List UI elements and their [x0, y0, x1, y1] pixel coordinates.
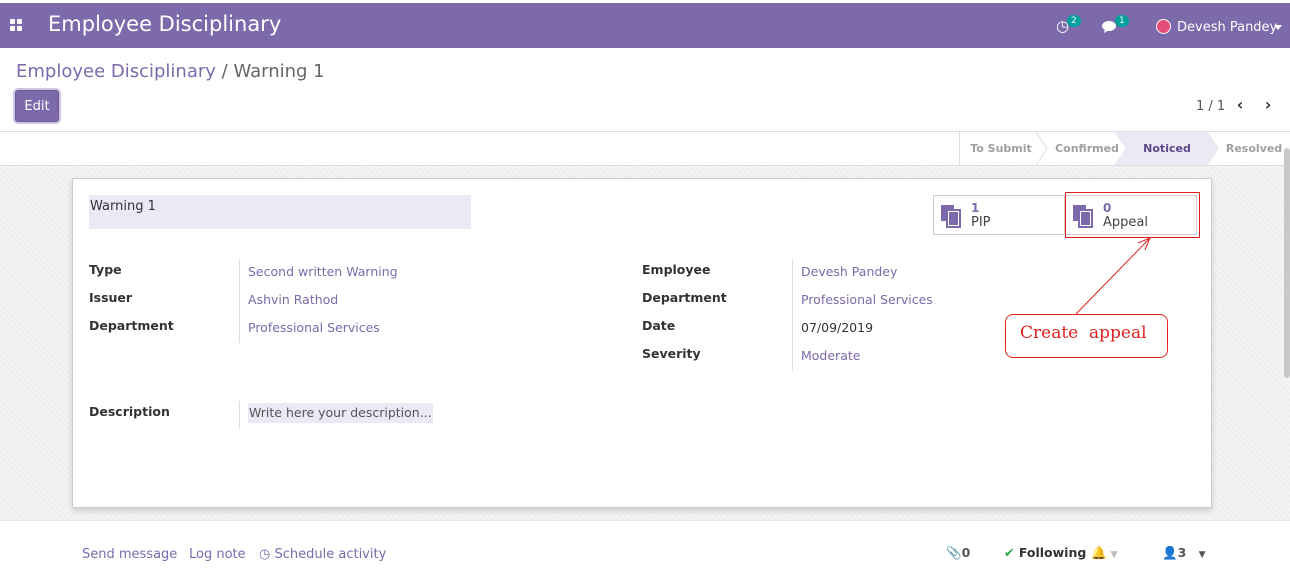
messaging-menu[interactable]: 1: [1102, 15, 1130, 37]
description-label: Description: [89, 404, 170, 419]
severity-label: Severity: [642, 346, 701, 361]
field-divider: [792, 259, 793, 371]
stage-noticed[interactable]: Noticed: [1126, 132, 1208, 165]
employee-label: Employee: [642, 262, 711, 277]
pager-next-icon[interactable]: ›: [1261, 96, 1275, 114]
stage-pipeline: To Submit Confirmed Noticed Resolved: [959, 132, 1290, 165]
annotation-arrow: [1075, 237, 1151, 315]
followers-count: 3: [1177, 545, 1187, 560]
pip-label: PIP: [971, 215, 991, 230]
check-icon: ✔: [1004, 545, 1015, 560]
pip-count: 1: [971, 201, 980, 215]
activity-menu[interactable]: ◷ 2: [1056, 15, 1082, 37]
severity-value[interactable]: Moderate: [801, 348, 860, 363]
user-name: Devesh Pandey: [1177, 20, 1278, 35]
chevron-down-icon: [1274, 25, 1282, 30]
attachment-count: 0: [961, 545, 971, 560]
department-label: Department: [89, 318, 174, 333]
followers-button[interactable]: 👤3 ▼: [1162, 545, 1206, 561]
pager-value[interactable]: 1 / 1: [1196, 99, 1225, 114]
app-title[interactable]: Employee Disciplinary: [48, 12, 281, 36]
activity-count-badge: 2: [1067, 15, 1081, 27]
annotation-text: Create appeal: [1020, 323, 1147, 343]
chevron-down-icon: ▼: [1110, 550, 1118, 560]
notification-settings[interactable]: 🔔 ▼: [1091, 545, 1117, 561]
breadcrumb-separator: /: [215, 61, 234, 82]
stage-separator: [1114, 132, 1126, 165]
scrollbar[interactable]: [1284, 148, 1290, 378]
breadcrumb: Employee Disciplinary / Warning 1: [16, 61, 325, 82]
user-icon: 👤: [1162, 545, 1178, 560]
schedule-activity-button[interactable]: ◷ Schedule activity: [259, 547, 386, 562]
breadcrumb-parent[interactable]: Employee Disciplinary: [16, 61, 216, 82]
document-icon: [941, 205, 961, 228]
type-label: Type: [89, 262, 122, 277]
pip-smart-button[interactable]: 1 PIP: [933, 195, 1065, 235]
chevron-down-icon: ▼: [1198, 550, 1206, 560]
top-navbar: Employee Disciplinary ◷ 2 1 Devesh Pande…: [0, 3, 1290, 48]
message-count-badge: 1: [1115, 15, 1129, 27]
stage-separator: [1036, 132, 1048, 165]
bell-icon: 🔔: [1091, 545, 1107, 560]
department-value[interactable]: Professional Services: [248, 320, 380, 335]
description-field[interactable]: Write here your description...: [248, 403, 433, 423]
following-label: Following: [1018, 545, 1087, 560]
date-value[interactable]: 07/09/2019: [801, 320, 873, 335]
send-message-button[interactable]: Send message: [82, 547, 177, 562]
pager-previous-icon[interactable]: ‹: [1233, 96, 1247, 114]
attachments-button[interactable]: 📎0: [946, 545, 970, 561]
clock-icon: ◷: [259, 547, 271, 562]
stage-to-submit[interactable]: To Submit: [960, 132, 1042, 165]
issuer-label: Issuer: [89, 290, 133, 305]
field-divider: [239, 259, 240, 343]
breadcrumb-current: Warning 1: [233, 61, 325, 82]
schedule-activity-label: Schedule activity: [274, 547, 387, 562]
employee-value[interactable]: Devesh Pandey: [801, 264, 897, 279]
employee-department-label: Department: [642, 290, 727, 305]
issuer-value[interactable]: Ashvin Rathod: [248, 292, 338, 307]
edit-button[interactable]: Edit: [15, 90, 59, 122]
field-divider: [239, 401, 240, 429]
log-note-button[interactable]: Log note: [189, 547, 246, 562]
avatar: [1156, 19, 1171, 34]
apps-menu-icon[interactable]: [10, 19, 23, 32]
stage-resolved[interactable]: Resolved: [1218, 132, 1290, 165]
annotation-callout: Create appeal: [1005, 314, 1168, 358]
record-name-field[interactable]: Warning 1: [89, 195, 471, 229]
status-bar: To Submit Confirmed Noticed Resolved: [0, 132, 1290, 166]
following-button[interactable]: ✔ Following: [1004, 545, 1086, 560]
divider: [0, 520, 1290, 521]
paperclip-icon: 📎: [946, 545, 962, 560]
employee-department-value[interactable]: Professional Services: [801, 292, 933, 307]
date-label: Date: [642, 318, 676, 333]
type-value[interactable]: Second written Warning: [248, 264, 398, 279]
